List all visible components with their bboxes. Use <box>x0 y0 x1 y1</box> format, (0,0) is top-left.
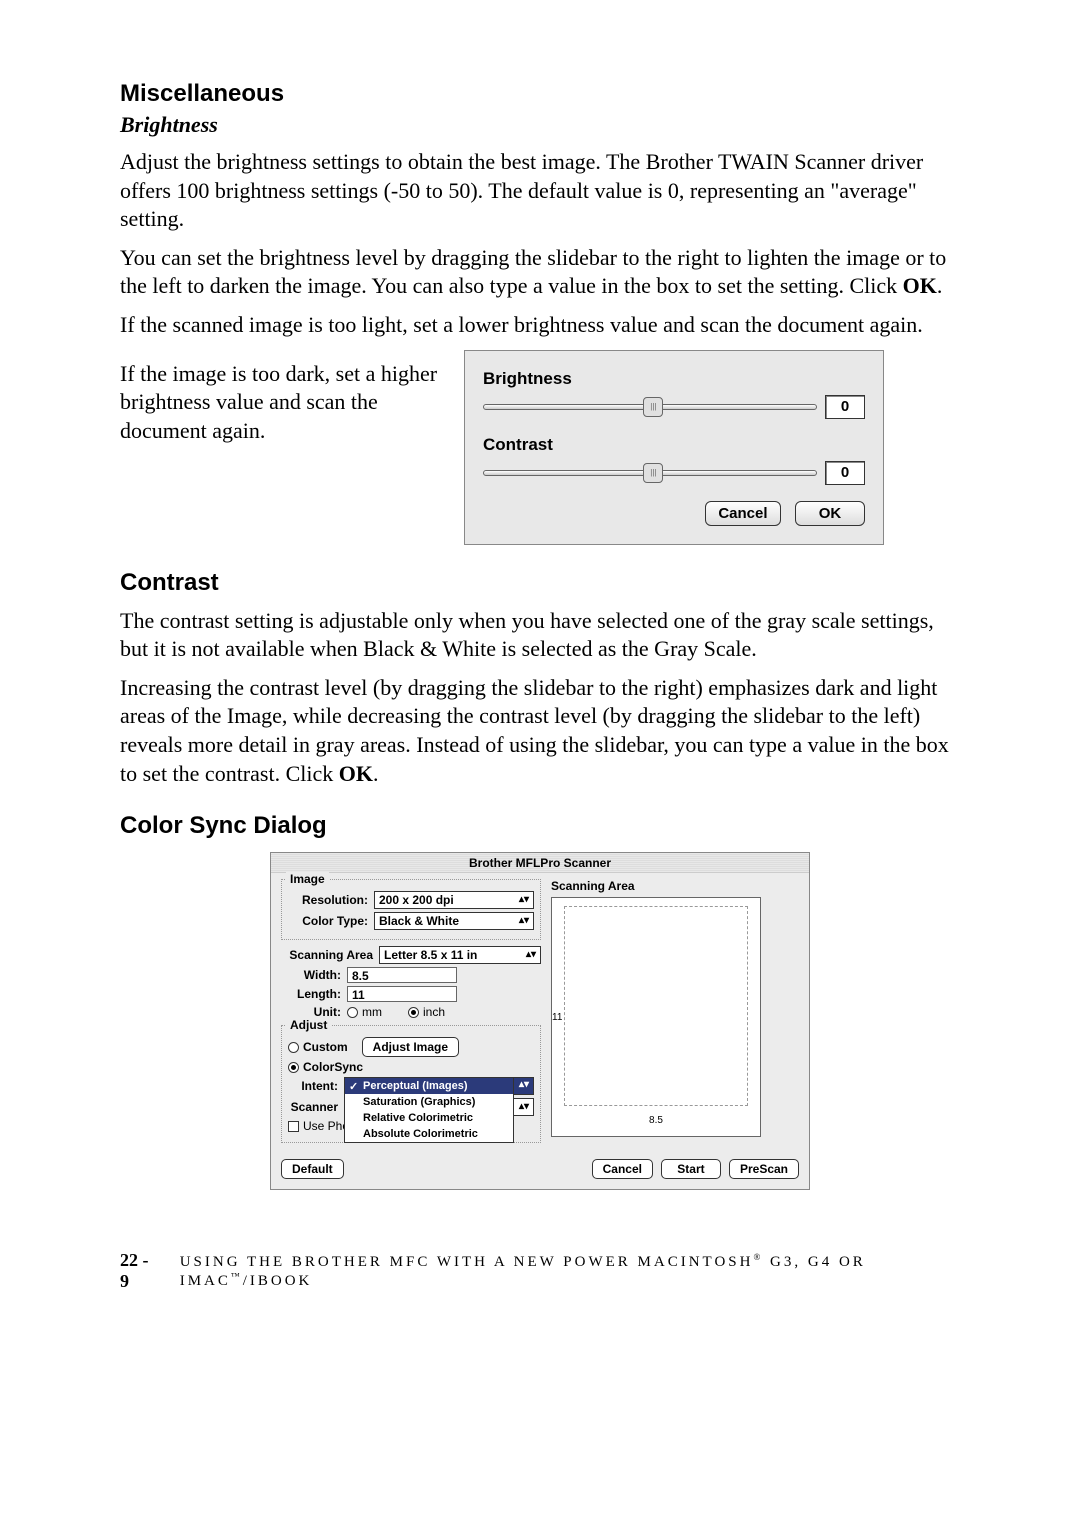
width-label: Width: <box>281 968 341 982</box>
option-label: Absolute Colorimetric <box>363 1128 478 1140</box>
contrast-label: Contrast <box>483 435 865 455</box>
dropdown-arrows-icon: ▴▾ <box>526 950 536 960</box>
chapter-title: USING THE BROTHER MFC WITH A NEW POWER M… <box>180 1252 960 1290</box>
text-span: . <box>937 273 943 298</box>
brightness-paragraph-2: You can set the brightness level by drag… <box>120 244 960 301</box>
scanning-area-preview[interactable]: 11 8.5 <box>551 897 761 1137</box>
scanning-area-heading: Scanning Area <box>551 879 781 893</box>
dropdown-arrows-icon: ▴▾ <box>519 1102 529 1112</box>
intent-label: Intent: <box>288 1079 338 1093</box>
registered-icon: ® <box>753 1252 763 1262</box>
resolution-label: Resolution: <box>288 893 368 907</box>
option-label: Saturation (Graphics) <box>363 1096 475 1108</box>
use-pho-checkbox[interactable]: Use Pho <box>288 1119 349 1133</box>
intent-dropdown: ✓ Perceptual (Images) Saturation (Graphic… <box>344 1077 514 1143</box>
check-icon: ✓ <box>349 1080 358 1093</box>
cancel-button[interactable]: Cancel <box>592 1159 653 1179</box>
preview-selection[interactable] <box>564 906 748 1106</box>
custom-label: Custom <box>303 1040 348 1054</box>
contrast-paragraph-1: The contrast setting is adjustable only … <box>120 607 960 664</box>
footer-text-c: /IBOOK <box>243 1273 313 1289</box>
scanning-area-label: Scanning Area <box>281 948 373 962</box>
preview-x-label: 8.5 <box>649 1115 663 1126</box>
use-pho-label: Use Pho <box>303 1119 349 1133</box>
contrast-slider-thumb[interactable]: ||| <box>643 463 663 483</box>
resolution-value: 200 x 200 dpi <box>379 893 454 907</box>
heading-colorsync: Color Sync Dialog <box>120 812 960 840</box>
colortype-value: Black & White <box>379 914 459 928</box>
page-footer: 22 - 9 USING THE BROTHER MFC WITH A NEW … <box>120 1250 960 1292</box>
subheading-brightness: Brightness <box>120 112 960 138</box>
brightness-paragraph-3: If the scanned image is too light, set a… <box>120 311 960 340</box>
heading-contrast: Contrast <box>120 569 960 597</box>
brightness-slider-thumb[interactable]: ||| <box>643 397 663 417</box>
custom-radio[interactable]: Custom <box>288 1040 348 1054</box>
image-group: Image Resolution: 200 x 200 dpi ▴▾ Color… <box>281 879 541 940</box>
option-label: Relative Colorimetric <box>363 1112 473 1124</box>
width-input[interactable]: 8.5 <box>347 967 457 983</box>
unit-inch-radio[interactable]: inch <box>408 1005 445 1019</box>
adjust-group-title: Adjust <box>286 1018 331 1032</box>
colortype-select[interactable]: Black & White ▴▾ <box>374 912 534 930</box>
brightness-label: Brightness <box>483 369 865 389</box>
length-input[interactable]: 11 <box>347 986 457 1002</box>
dialog-title: Brother MFLPro Scanner <box>271 853 809 873</box>
ok-button[interactable]: OK <box>795 501 865 526</box>
preview-y-label: 11 <box>552 1012 562 1023</box>
resolution-select[interactable]: 200 x 200 dpi ▴▾ <box>374 891 534 909</box>
intent-option-relative[interactable]: Relative Colorimetric <box>345 1110 513 1126</box>
ok-bold: OK <box>339 761 373 786</box>
default-button[interactable]: Default <box>281 1159 344 1179</box>
adjust-image-button[interactable]: Adjust Image <box>362 1037 459 1057</box>
page-number: 22 - 9 <box>120 1250 160 1292</box>
adjust-group: Adjust Custom Adjust Image ColorSync Int… <box>281 1025 541 1143</box>
start-button[interactable]: Start <box>661 1159 721 1179</box>
contrast-slider[interactable]: ||| <box>483 470 817 476</box>
option-label: Perceptual (Images) <box>363 1080 468 1092</box>
dropdown-arrows-icon: ▴▾ <box>519 1080 529 1090</box>
colortype-label: Color Type: <box>288 914 368 928</box>
dropdown-arrows-icon: ▴▾ <box>519 916 529 926</box>
intent-select[interactable]: ✓Perceptual (Images) Saturation (Graphic… <box>344 1077 534 1095</box>
cancel-button[interactable]: Cancel <box>705 501 780 526</box>
unit-inch-label: inch <box>423 1005 445 1019</box>
brightness-paragraph-4: If the image is too dark, set a higher b… <box>120 360 440 446</box>
scanning-area-value: Letter 8.5 x 11 in <box>384 948 477 962</box>
unit-label: Unit: <box>281 1005 341 1019</box>
unit-mm-radio[interactable]: mm <box>347 1005 382 1019</box>
colorsync-label: ColorSync <box>303 1060 363 1074</box>
scanning-area-select[interactable]: Letter 8.5 x 11 in ▴▾ <box>379 946 541 964</box>
image-group-title: Image <box>286 872 329 886</box>
contrast-paragraph-2: Increasing the contrast level (by draggi… <box>120 674 960 788</box>
brightness-contrast-dialog: Brightness ||| 0 Contrast ||| 0 Cancel O… <box>464 350 884 545</box>
scanner-label: Scanner <box>288 1100 338 1114</box>
prescan-button[interactable]: PreScan <box>729 1159 799 1179</box>
intent-option-saturation[interactable]: Saturation (Graphics) <box>345 1094 513 1110</box>
heading-miscellaneous: Miscellaneous <box>120 80 960 108</box>
length-label: Length: <box>281 987 341 1001</box>
brightness-paragraph-1: Adjust the brightness settings to obtain… <box>120 148 960 234</box>
text-span: Increasing the contrast level (by draggi… <box>120 675 949 786</box>
text-span: . <box>373 761 379 786</box>
colorsync-radio[interactable]: ColorSync <box>288 1060 363 1074</box>
ok-bold: OK <box>903 273 937 298</box>
intent-option-absolute[interactable]: Absolute Colorimetric <box>345 1126 513 1142</box>
trademark-icon: ™ <box>231 1271 243 1281</box>
contrast-value-input[interactable]: 0 <box>825 461 865 485</box>
footer-text-a: USING THE BROTHER MFC WITH A NEW POWER M… <box>180 1254 754 1270</box>
brightness-value-input[interactable]: 0 <box>825 395 865 419</box>
colorsync-dialog: Brother MFLPro Scanner Image Resolution:… <box>270 852 810 1190</box>
intent-option-perceptual[interactable]: ✓ Perceptual (Images) <box>345 1078 513 1094</box>
text-span: You can set the brightness level by drag… <box>120 245 946 299</box>
unit-mm-label: mm <box>362 1005 382 1019</box>
brightness-slider[interactable]: ||| <box>483 404 817 410</box>
dropdown-arrows-icon: ▴▾ <box>519 895 529 905</box>
